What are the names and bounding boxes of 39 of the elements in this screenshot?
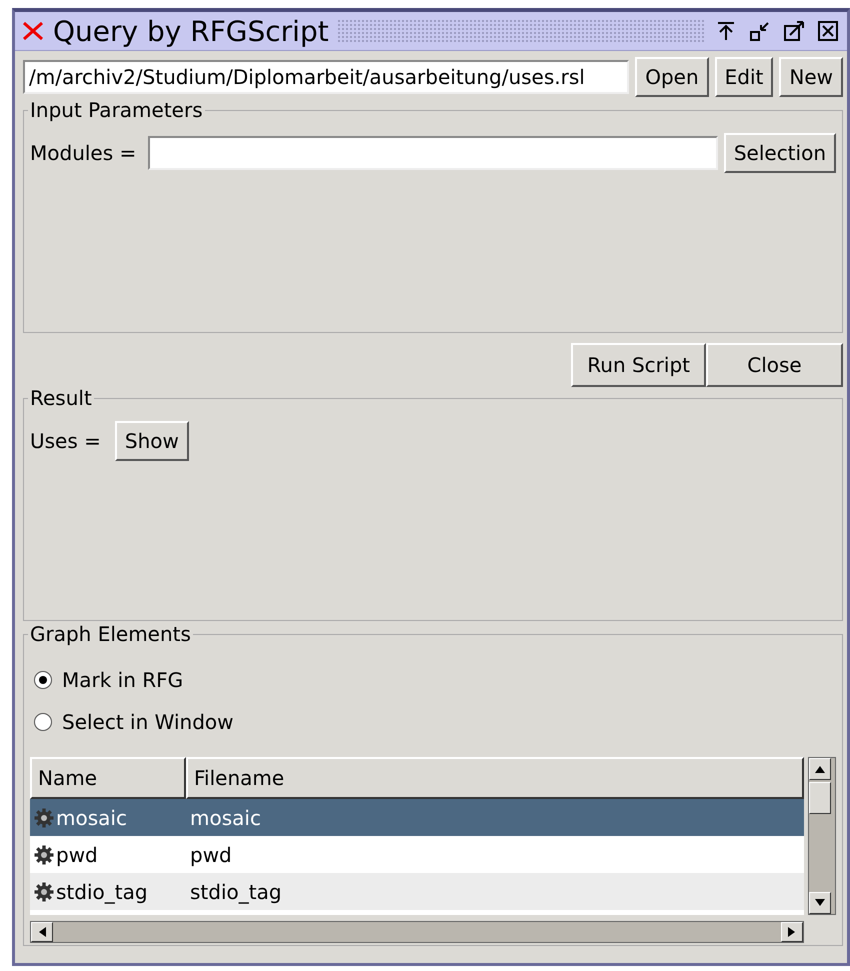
field-label: Uses = — [30, 429, 101, 453]
radio-label[interactable]: Select in Window — [62, 710, 234, 734]
script-button[interactable]: Edit — [714, 57, 774, 97]
name-cell: stdio_tag — [56, 880, 148, 904]
name-cell: pwd — [56, 842, 98, 866]
close-icon[interactable] — [815, 18, 841, 44]
window-title: Query by RFGScript — [53, 14, 329, 48]
script-button[interactable]: New — [779, 57, 843, 97]
radio-label[interactable]: Mark in RFG — [62, 668, 184, 692]
filename-cell-text: pwd — [189, 842, 233, 866]
action-button[interactable]: Run Script — [571, 343, 706, 387]
down-arrow-icon[interactable] — [815, 899, 825, 907]
script-button[interactable]: Open — [635, 57, 709, 97]
up-arrow-icon[interactable] — [815, 765, 825, 773]
gear-icon — [34, 882, 54, 902]
right-arrow-icon[interactable] — [788, 927, 796, 937]
script-path-field[interactable]: /m/archiv2/Studium/Diplomarbeit/ausarbeitung/uses.rsl — [23, 60, 630, 94]
table-row[interactable]: pwd pwd — [30, 836, 804, 873]
selection-button[interactable]: Selection — [724, 133, 836, 173]
radio-button[interactable] — [34, 671, 52, 689]
left-arrow-icon[interactable] — [38, 927, 46, 937]
column-header[interactable]: Name — [30, 757, 186, 799]
gear-icon — [34, 844, 54, 864]
vertical-scrollbar[interactable] — [808, 757, 836, 915]
column-header[interactable]: Filename — [186, 757, 804, 799]
radio-button[interactable] — [34, 713, 52, 731]
filename-cell-text: mosaic — [189, 806, 262, 830]
show-button[interactable]: Show — [114, 421, 189, 461]
gear-icon — [34, 808, 54, 828]
table-row[interactable]: stdio_tag stdio_tag — [30, 873, 804, 910]
field-label: Modules = — [30, 141, 136, 165]
table-row[interactable]: mosaic mosaic — [30, 799, 804, 836]
horizontal-scrollbar[interactable] — [30, 921, 804, 943]
filename-cell-text: stdio_tag — [189, 880, 283, 904]
modules-field[interactable] — [148, 136, 718, 170]
maximize-icon[interactable] — [781, 18, 807, 44]
scroll-thumb[interactable] — [809, 782, 831, 814]
action-button[interactable]: Close — [706, 343, 843, 387]
name-cell: mosaic — [56, 806, 127, 830]
